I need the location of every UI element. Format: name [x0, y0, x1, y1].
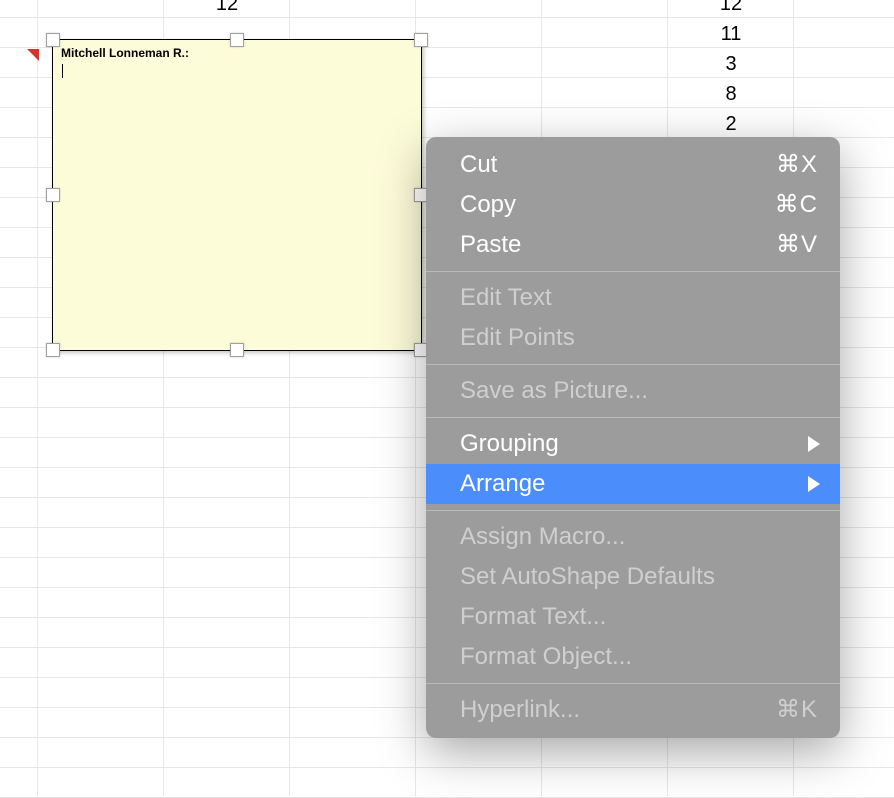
- cell-value[interactable]: 12: [668, 0, 794, 19]
- menu-copy[interactable]: Copy ⌘C: [426, 185, 840, 225]
- menu-set-autoshape-defaults: Set AutoShape Defaults: [426, 557, 840, 597]
- resize-handle-tr[interactable]: [414, 33, 428, 47]
- text-caret: [62, 64, 63, 78]
- menu-save-as-picture: Save as Picture...: [426, 371, 840, 411]
- menu-label: Format Object...: [460, 641, 632, 673]
- menu-label: Paste: [460, 229, 521, 261]
- context-menu: Cut ⌘X Copy ⌘C Paste ⌘V Edit Text Edit P…: [426, 137, 840, 738]
- cell-value[interactable]: 3: [668, 49, 794, 79]
- menu-label: Format Text...: [460, 601, 606, 633]
- menu-shortcut: ⌘V: [776, 229, 818, 261]
- cell-value[interactable]: 8: [668, 79, 794, 109]
- resize-handle-tl[interactable]: [46, 33, 60, 47]
- menu-separator: [426, 417, 840, 418]
- submenu-arrow-icon: [808, 476, 820, 492]
- resize-handle-tm[interactable]: [230, 33, 244, 47]
- menu-label: Set AutoShape Defaults: [460, 561, 715, 593]
- menu-assign-macro: Assign Macro...: [426, 517, 840, 557]
- cell-value[interactable]: 11: [668, 19, 794, 49]
- menu-grouping[interactable]: Grouping: [426, 424, 840, 464]
- menu-format-object: Format Object...: [426, 637, 840, 677]
- menu-label: Edit Points: [460, 322, 575, 354]
- menu-label: Arrange: [460, 468, 545, 500]
- menu-label: Grouping: [460, 428, 559, 460]
- menu-separator: [426, 683, 840, 684]
- menu-edit-points: Edit Points: [426, 318, 840, 358]
- menu-paste[interactable]: Paste ⌘V: [426, 225, 840, 265]
- menu-separator: [426, 271, 840, 272]
- menu-cut[interactable]: Cut ⌘X: [426, 145, 840, 185]
- menu-separator: [426, 510, 840, 511]
- resize-handle-bm[interactable]: [230, 343, 244, 357]
- menu-format-text: Format Text...: [426, 597, 840, 637]
- menu-label: Assign Macro...: [460, 521, 625, 553]
- comment-indicator-icon: [27, 49, 39, 61]
- resize-handle-ml[interactable]: [46, 188, 60, 202]
- menu-shortcut: ⌘K: [776, 694, 818, 726]
- menu-label: Save as Picture...: [460, 375, 648, 407]
- menu-separator: [426, 364, 840, 365]
- menu-shortcut: ⌘C: [775, 189, 818, 221]
- cell-value[interactable]: 2: [668, 109, 794, 139]
- menu-edit-text: Edit Text: [426, 278, 840, 318]
- comment-shape[interactable]: Mitchell Lonneman R.:: [52, 39, 422, 351]
- menu-shortcut: ⌘X: [776, 149, 818, 181]
- menu-arrange[interactable]: Arrange: [426, 464, 840, 504]
- menu-hyperlink: Hyperlink... ⌘K: [426, 690, 840, 730]
- submenu-arrow-icon: [808, 436, 820, 452]
- menu-label: Copy: [460, 189, 516, 221]
- resize-handle-bl[interactable]: [46, 343, 60, 357]
- menu-label: Hyperlink...: [460, 694, 580, 726]
- menu-label: Cut: [460, 149, 497, 181]
- menu-label: Edit Text: [460, 282, 552, 314]
- cell-value[interactable]: 12: [164, 0, 290, 19]
